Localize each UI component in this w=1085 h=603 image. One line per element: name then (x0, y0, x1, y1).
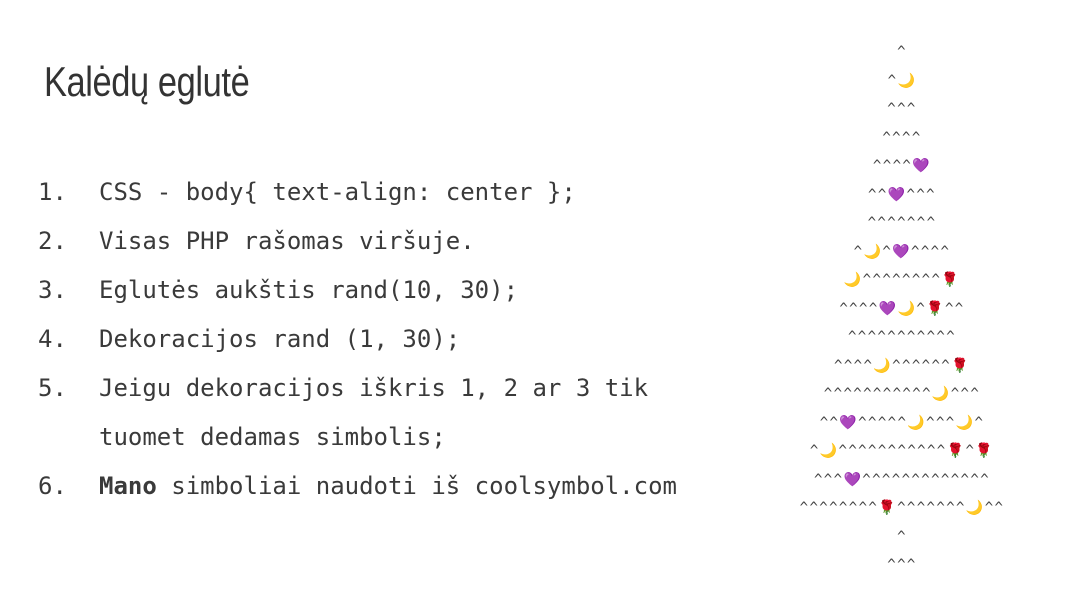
tree-row: ^^^^🌙^^^^^^🌹 (834, 357, 970, 374)
list-item-number: 5. (38, 374, 67, 402)
tree-trunk-row: ^ (897, 528, 907, 545)
tree-row: ^^^^^^^^🌹^^^^^^^🌙^^ (799, 500, 1005, 516)
list-item-number: 4. (38, 325, 67, 353)
tree-row: ^^💜^^^^^🌙^^^🌙^ (819, 414, 985, 431)
list-item-number: 6. (38, 472, 67, 500)
christmas-tree: ^ ^🌙 ^^^ ^^^^ ^^^^💜 ^^💜^^^ ^^^^^^^ ^🌙^💜^… (752, 38, 1052, 580)
tree-row: ^^^^^^^^^^^ (847, 329, 957, 345)
list-item-text: Dekoracijos rand (1, 30); (99, 325, 461, 353)
list-item-text: Visas PHP rašomas viršuje. (99, 227, 475, 255)
slide-title: Kalėdų eglutė (44, 58, 250, 105)
list-item-text: Mano simboliai naudoti iš coolsymbol.com (99, 462, 698, 511)
list-item: 3. Eglutės aukštis rand(10, 30); (38, 266, 698, 315)
tree-row: ^🌙 (887, 72, 917, 89)
tree-row: ^^💜^^^ (868, 186, 936, 203)
tree-row: ^^^💜^^^^^^^^^^^^^ (813, 471, 991, 488)
list-item: 2. Visas PHP rašomas viršuje. (38, 217, 698, 266)
list-item-number: 1. (38, 178, 67, 206)
tree-row: ^🌙^💜^^^^ (853, 243, 951, 260)
tree-row: ^^^^💜🌙^🌹^^ (839, 300, 965, 317)
tree-row: ^^^^^^^^^^^🌙^^^ (823, 386, 981, 402)
list-item: 1. CSS - body{ text-align: center }; (38, 168, 698, 217)
tree-row: ^^^^💜 (872, 158, 932, 174)
list-item-text-rest: simboliai naudoti iš coolsymbol.com (156, 472, 677, 500)
instruction-list: 1. CSS - body{ text-align: center }; 2. … (38, 168, 698, 511)
tree-trunk-row: ^^^ (887, 557, 917, 573)
tree-row: ^^^^ (882, 129, 922, 146)
tree-row: 🌙^^^^^^^^🌹 (843, 272, 961, 288)
list-item-text: Jeigu dekoracijos iškris 1, 2 ar 3 tik t… (99, 374, 663, 451)
emphasis-text: Mano (99, 472, 157, 500)
tree-row: ^^^^^^^ (867, 215, 937, 231)
tree-row: ^ (897, 44, 907, 60)
tree-row: ^^^ (887, 101, 917, 117)
list-item-text: Eglutės aukštis rand(10, 30); (99, 276, 519, 304)
tree-row: ^🌙^^^^^^^^^^^🌹^🌹 (809, 443, 995, 459)
list-item-text: CSS - body{ text-align: center }; (99, 178, 576, 206)
list-item-number: 2. (38, 227, 67, 255)
list-item: 6. Mano simboliai naudoti iš coolsymbol.… (38, 462, 698, 511)
list-item: 4. Dekoracijos rand (1, 30); (38, 315, 698, 364)
list-item-number: 3. (38, 276, 67, 304)
list-item: 5. Jeigu dekoracijos iškris 1, 2 ar 3 ti… (38, 364, 698, 462)
